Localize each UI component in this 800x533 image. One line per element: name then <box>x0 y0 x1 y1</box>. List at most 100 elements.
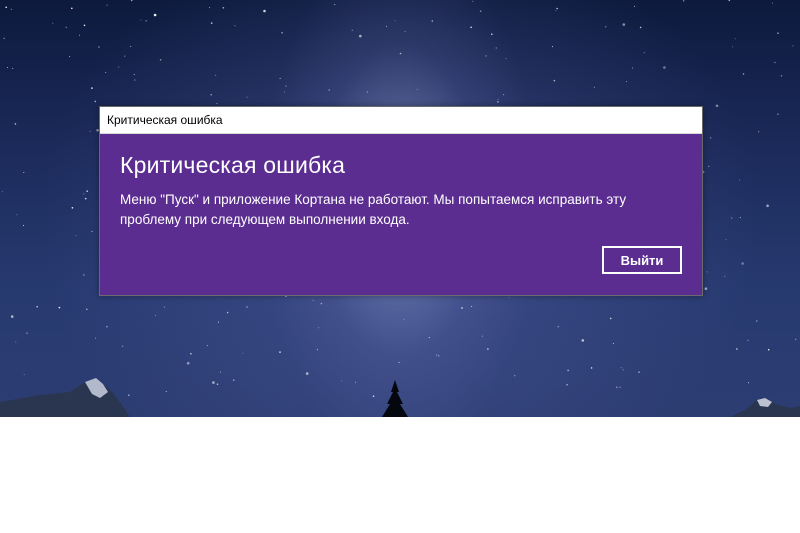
star <box>399 52 402 55</box>
star <box>134 79 136 81</box>
star <box>128 394 130 397</box>
star <box>777 113 779 115</box>
star <box>748 382 749 384</box>
star <box>154 315 156 316</box>
star <box>83 24 86 27</box>
star <box>124 55 126 57</box>
star <box>106 325 108 328</box>
star <box>557 325 560 328</box>
star <box>503 94 505 96</box>
star <box>372 395 375 398</box>
star <box>10 8 12 10</box>
star <box>52 22 54 24</box>
star <box>234 25 236 27</box>
star <box>23 374 25 376</box>
star <box>15 341 17 343</box>
star <box>71 7 73 10</box>
star <box>153 13 157 17</box>
star <box>461 307 463 309</box>
star <box>284 91 285 93</box>
star <box>23 225 24 226</box>
star <box>756 320 758 322</box>
star <box>663 66 666 69</box>
star <box>341 380 343 382</box>
star <box>232 379 235 381</box>
star <box>725 239 727 241</box>
star <box>487 348 489 350</box>
star <box>210 93 212 96</box>
star <box>795 338 797 340</box>
star <box>567 369 569 372</box>
star <box>479 10 482 12</box>
star <box>731 217 733 219</box>
star <box>620 367 622 369</box>
star <box>140 19 142 21</box>
star <box>728 0 731 2</box>
star <box>739 217 741 218</box>
star <box>36 305 38 308</box>
star <box>724 275 726 277</box>
star <box>481 335 483 337</box>
star <box>514 375 516 377</box>
star <box>209 7 211 9</box>
star <box>767 348 770 351</box>
star <box>71 207 74 209</box>
star <box>105 71 107 73</box>
star <box>497 101 499 103</box>
star <box>5 6 7 9</box>
star <box>437 355 440 357</box>
star <box>508 297 510 299</box>
star <box>217 321 219 323</box>
star <box>246 96 248 98</box>
star <box>23 172 25 173</box>
star <box>226 311 229 314</box>
star <box>145 20 147 22</box>
star <box>566 383 568 386</box>
star <box>472 0 474 2</box>
star <box>210 22 213 24</box>
star <box>736 348 738 350</box>
dialog-message: Меню "Пуск" и приложение Кортана не рабо… <box>120 192 627 227</box>
star <box>497 98 499 100</box>
star <box>186 361 190 365</box>
star <box>619 386 621 388</box>
star <box>58 306 61 309</box>
star <box>612 342 614 344</box>
star <box>334 4 336 6</box>
star <box>590 367 593 369</box>
star <box>708 165 710 167</box>
star <box>431 20 434 22</box>
tree-silhouette <box>382 380 408 417</box>
star <box>246 306 248 308</box>
star <box>609 317 612 320</box>
star <box>206 345 208 347</box>
exit-button[interactable]: Выйти <box>602 246 682 274</box>
star <box>622 23 626 26</box>
star <box>121 345 124 348</box>
star <box>216 103 218 105</box>
star <box>604 25 607 28</box>
star <box>312 299 314 301</box>
star <box>351 29 353 31</box>
star <box>16 214 18 216</box>
star <box>555 10 557 12</box>
star <box>495 47 497 49</box>
left-mountain-shape <box>0 378 130 417</box>
star <box>91 231 93 233</box>
star <box>83 193 85 195</box>
star <box>682 0 685 2</box>
star <box>553 79 556 82</box>
star <box>159 59 162 61</box>
star <box>403 318 405 320</box>
dialog-titlebar[interactable]: Критическая ошибка <box>100 107 702 134</box>
star <box>86 308 88 311</box>
star <box>398 362 400 364</box>
star <box>133 74 135 75</box>
star <box>436 354 438 356</box>
star <box>320 302 323 305</box>
star <box>318 327 320 329</box>
star <box>747 339 749 341</box>
star <box>734 38 736 40</box>
star <box>106 4 108 6</box>
star <box>279 77 281 79</box>
